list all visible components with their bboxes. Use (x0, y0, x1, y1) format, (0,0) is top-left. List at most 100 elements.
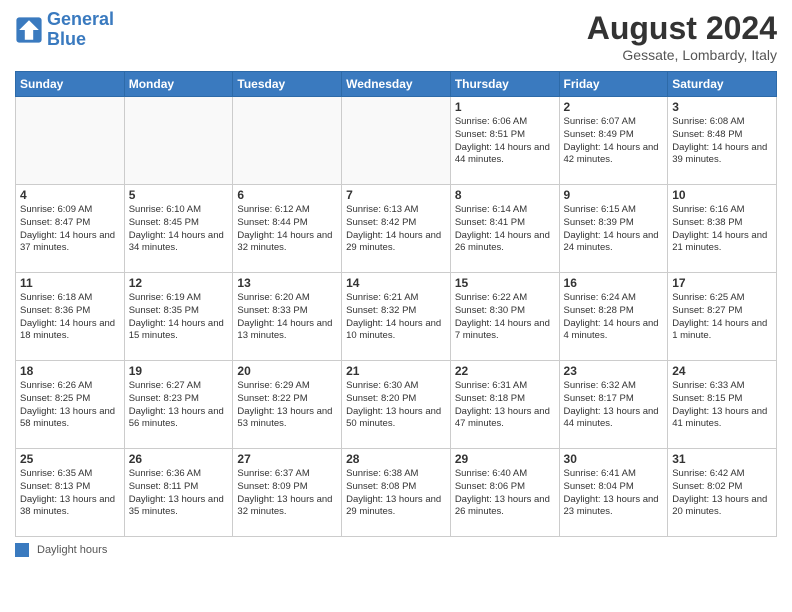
calendar-cell: 1 Sunrise: 6:06 AM Sunset: 8:51 PM Daylig… (450, 97, 559, 185)
day-info: Sunrise: 6:09 AM Sunset: 8:47 PM Dayligh… (20, 204, 120, 255)
day-info: Sunrise: 6:25 AM Sunset: 8:27 PM Dayligh… (672, 292, 772, 343)
weekday-header-monday: Monday (124, 72, 233, 97)
day-info: Sunrise: 6:26 AM Sunset: 8:25 PM Dayligh… (20, 380, 120, 431)
day-number: 19 (129, 364, 229, 378)
calendar-cell: 4 Sunrise: 6:09 AM Sunset: 8:47 PM Daylig… (16, 185, 125, 273)
day-number: 15 (455, 276, 555, 290)
legend: Daylight hours (15, 543, 777, 557)
logo-text: General Blue (47, 10, 114, 50)
calendar-week-4: 18 Sunrise: 6:26 AM Sunset: 8:25 PM Dayli… (16, 361, 777, 449)
calendar-cell: 7 Sunrise: 6:13 AM Sunset: 8:42 PM Daylig… (342, 185, 451, 273)
day-info: Sunrise: 6:06 AM Sunset: 8:51 PM Dayligh… (455, 116, 555, 167)
day-info: Sunrise: 6:30 AM Sunset: 8:20 PM Dayligh… (346, 380, 446, 431)
day-number: 27 (237, 452, 337, 466)
calendar-cell: 14 Sunrise: 6:21 AM Sunset: 8:32 PM Dayli… (342, 273, 451, 361)
day-number: 5 (129, 188, 229, 202)
day-info: Sunrise: 6:20 AM Sunset: 8:33 PM Dayligh… (237, 292, 337, 343)
day-info: Sunrise: 6:14 AM Sunset: 8:41 PM Dayligh… (455, 204, 555, 255)
day-number: 14 (346, 276, 446, 290)
day-info: Sunrise: 6:32 AM Sunset: 8:17 PM Dayligh… (564, 380, 664, 431)
day-number: 30 (564, 452, 664, 466)
calendar-week-1: 1 Sunrise: 6:06 AM Sunset: 8:51 PM Daylig… (16, 97, 777, 185)
calendar-cell: 15 Sunrise: 6:22 AM Sunset: 8:30 PM Dayli… (450, 273, 559, 361)
day-number: 1 (455, 100, 555, 114)
calendar-cell: 9Sunrise: 6:15 AM Sunset: 8:39 PM Daylig… (559, 185, 668, 273)
day-number: 17 (672, 276, 772, 290)
day-number: 28 (346, 452, 446, 466)
day-info: Sunrise: 6:18 AM Sunset: 8:36 PM Dayligh… (20, 292, 120, 343)
calendar-week-5: 25 Sunrise: 6:35 AM Sunset: 8:13 PM Dayli… (16, 449, 777, 537)
day-info: Sunrise: 6:24 AM Sunset: 8:28 PM Dayligh… (564, 292, 664, 343)
day-info: Sunrise: 6:36 AM Sunset: 8:11 PM Dayligh… (129, 468, 229, 519)
calendar-cell (233, 97, 342, 185)
weekday-header-friday: Friday (559, 72, 668, 97)
calendar-cell: 12 Sunrise: 6:19 AM Sunset: 8:35 PM Dayli… (124, 273, 233, 361)
day-info: Sunrise: 6:29 AM Sunset: 8:22 PM Dayligh… (237, 380, 337, 431)
day-info: Sunrise: 6:22 AM Sunset: 8:30 PM Dayligh… (455, 292, 555, 343)
weekday-header-thursday: Thursday (450, 72, 559, 97)
calendar-cell: 24Sunrise: 6:33 AM Sunset: 8:15 PM Dayli… (668, 361, 777, 449)
day-number: 7 (346, 188, 446, 202)
header: General Blue August 2024 Gessate, Lombar… (15, 10, 777, 63)
day-info: Sunrise: 6:35 AM Sunset: 8:13 PM Dayligh… (20, 468, 120, 519)
day-number: 8 (455, 188, 555, 202)
day-number: 29 (455, 452, 555, 466)
day-number: 26 (129, 452, 229, 466)
day-info: Sunrise: 6:31 AM Sunset: 8:18 PM Dayligh… (455, 380, 555, 431)
day-info: Sunrise: 6:40 AM Sunset: 8:06 PM Dayligh… (455, 468, 555, 519)
calendar-cell: 29 Sunrise: 6:40 AM Sunset: 8:06 PM Dayli… (450, 449, 559, 537)
weekday-header-wednesday: Wednesday (342, 72, 451, 97)
legend-daylight-label: Daylight hours (37, 544, 107, 556)
location: Gessate, Lombardy, Italy (587, 47, 777, 63)
calendar-cell: 19 Sunrise: 6:27 AM Sunset: 8:23 PM Dayli… (124, 361, 233, 449)
day-info: Sunrise: 6:12 AM Sunset: 8:44 PM Dayligh… (237, 204, 337, 255)
day-number: 16 (564, 276, 664, 290)
weekday-header-tuesday: Tuesday (233, 72, 342, 97)
day-number: 20 (237, 364, 337, 378)
day-info: Sunrise: 6:16 AM Sunset: 8:38 PM Dayligh… (672, 204, 772, 255)
calendar-cell: 13Sunrise: 6:20 AM Sunset: 8:33 PM Dayli… (233, 273, 342, 361)
weekday-header-saturday: Saturday (668, 72, 777, 97)
day-info: Sunrise: 6:21 AM Sunset: 8:32 PM Dayligh… (346, 292, 446, 343)
day-number: 10 (672, 188, 772, 202)
calendar-cell: 26 Sunrise: 6:36 AM Sunset: 8:11 PM Dayli… (124, 449, 233, 537)
month-year: August 2024 (587, 10, 777, 47)
day-info: Sunrise: 6:41 AM Sunset: 8:04 PM Dayligh… (564, 468, 664, 519)
day-info: Sunrise: 6:42 AM Sunset: 8:02 PM Dayligh… (672, 468, 772, 519)
calendar-cell: 30 Sunrise: 6:41 AM Sunset: 8:04 PM Dayli… (559, 449, 668, 537)
calendar-cell: 28 Sunrise: 6:38 AM Sunset: 8:08 PM Dayli… (342, 449, 451, 537)
calendar-cell (124, 97, 233, 185)
day-info: Sunrise: 6:08 AM Sunset: 8:48 PM Dayligh… (672, 116, 772, 167)
calendar-cell: 8 Sunrise: 6:14 AM Sunset: 8:41 PM Daylig… (450, 185, 559, 273)
calendar-table: SundayMondayTuesdayWednesdayThursdayFrid… (15, 71, 777, 537)
day-info: Sunrise: 6:13 AM Sunset: 8:42 PM Dayligh… (346, 204, 446, 255)
legend-color-box (15, 543, 29, 557)
day-info: Sunrise: 6:33 AM Sunset: 8:15 PM Dayligh… (672, 380, 772, 431)
day-info: Sunrise: 6:15 AM Sunset: 8:39 PM Dayligh… (564, 204, 664, 255)
day-number: 23 (564, 364, 664, 378)
weekday-header-row: SundayMondayTuesdayWednesdayThursdayFrid… (16, 72, 777, 97)
day-number: 21 (346, 364, 446, 378)
logo-icon (15, 16, 43, 44)
calendar-cell: 17 Sunrise: 6:25 AM Sunset: 8:27 PM Dayli… (668, 273, 777, 361)
day-info: Sunrise: 6:38 AM Sunset: 8:08 PM Dayligh… (346, 468, 446, 519)
calendar-cell: 6Sunrise: 6:12 AM Sunset: 8:44 PM Daylig… (233, 185, 342, 273)
calendar-cell: 10 Sunrise: 6:16 AM Sunset: 8:38 PM Dayli… (668, 185, 777, 273)
day-number: 2 (564, 100, 664, 114)
calendar-cell: 22 Sunrise: 6:31 AM Sunset: 8:18 PM Dayli… (450, 361, 559, 449)
day-number: 12 (129, 276, 229, 290)
day-number: 4 (20, 188, 120, 202)
calendar-cell: 23 Sunrise: 6:32 AM Sunset: 8:17 PM Dayli… (559, 361, 668, 449)
day-number: 25 (20, 452, 120, 466)
day-info: Sunrise: 6:07 AM Sunset: 8:49 PM Dayligh… (564, 116, 664, 167)
day-number: 22 (455, 364, 555, 378)
calendar-cell: 11Sunrise: 6:18 AM Sunset: 8:36 PM Dayli… (16, 273, 125, 361)
calendar-cell: 25 Sunrise: 6:35 AM Sunset: 8:13 PM Dayli… (16, 449, 125, 537)
logo: General Blue (15, 10, 114, 50)
day-info: Sunrise: 6:27 AM Sunset: 8:23 PM Dayligh… (129, 380, 229, 431)
day-number: 18 (20, 364, 120, 378)
calendar-week-3: 11Sunrise: 6:18 AM Sunset: 8:36 PM Dayli… (16, 273, 777, 361)
calendar-cell: 21 Sunrise: 6:30 AM Sunset: 8:20 PM Dayli… (342, 361, 451, 449)
day-number: 3 (672, 100, 772, 114)
day-info: Sunrise: 6:19 AM Sunset: 8:35 PM Dayligh… (129, 292, 229, 343)
